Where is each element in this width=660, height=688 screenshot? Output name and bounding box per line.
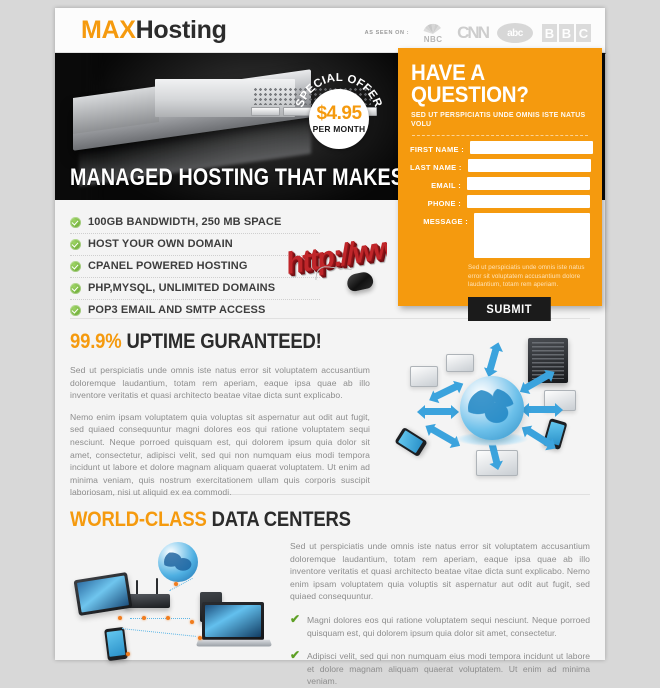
uptime-title: 99.9% UPTIME GURANTEED! — [70, 330, 334, 354]
datacenter-devices-illustration — [70, 540, 274, 668]
feature-label: 100GB BANDWIDTH, 250 MB SPACE — [88, 216, 282, 228]
datacenters-text-column: Sed ut perspiciatis unde omnis iste natu… — [290, 540, 590, 688]
first-name-label: FIRST NAME : — [410, 145, 465, 154]
connection-line — [130, 618, 190, 619]
phone-label: PHONE : — [427, 199, 461, 208]
uptime-paragraph-2: Nemo enim ipsam voluptatem quia voluptas… — [70, 411, 370, 498]
list-item: ✔ Magni dolores eos qui ratione voluptat… — [290, 611, 590, 639]
uptime-title-rest: UPTIME GURANTEED! — [126, 330, 322, 353]
as-seen-on-strip: AS SEEN ON : NBC CNN abc B B C — [365, 20, 591, 46]
logo-primary: MAX — [81, 16, 136, 44]
drive-bay — [251, 107, 281, 116]
form-row-email: EMAIL : — [398, 172, 602, 190]
uptime-section: 99.9% UPTIME GURANTEED! Sed ut perspicia… — [70, 330, 370, 508]
connection-node — [174, 582, 178, 586]
laptop-screen — [202, 602, 264, 640]
last-name-label: LAST NAME : — [410, 163, 462, 172]
message-label: MESSAGE : — [423, 217, 468, 226]
connection-node — [126, 652, 130, 656]
message-textarea[interactable] — [474, 213, 590, 258]
form-row-first-name: FIRST NAME : — [398, 136, 602, 154]
bbc-letter: B — [542, 24, 557, 42]
email-input[interactable] — [467, 177, 590, 190]
nbc-wordmark: NBC — [423, 35, 443, 44]
feature-label: POP3 EMAIL AND SMTP ACCESS — [88, 304, 266, 316]
email-label: EMAIL : — [431, 181, 461, 190]
datacenters-title: WORLD-CLASS DATA CENTERS — [70, 508, 528, 532]
special-offer-badge: SPECIAL OFFER $4.95 PER MONTH — [292, 72, 386, 166]
smartphone-icon — [104, 626, 128, 662]
datacenters-paragraph: Sed ut perspiciatis unde omnis iste natu… — [290, 541, 590, 602]
connection-line — [122, 628, 196, 637]
offer-price: $4.95 — [316, 102, 362, 124]
uptime-paragraph-1: Sed ut perspiciatis unde omnis iste natu… — [70, 365, 370, 401]
server-illustration — [63, 69, 377, 187]
connection-node — [166, 616, 170, 620]
datacenters-title-highlight: WORLD-CLASS — [70, 508, 207, 531]
site-logo[interactable]: MAXHosting — [81, 17, 227, 43]
form-disclaimer: Sed ut perspiciatis unde omnis iste natu… — [468, 264, 585, 288]
checkmark-icon: ✔ — [290, 611, 301, 626]
datacenters-section: WORLD-CLASS DATA CENTERS Sed ut perspici… — [70, 508, 590, 688]
datacenter-bullet: Adipisci velit, sed qui non numquam eius… — [307, 651, 590, 687]
bbc-letter: C — [576, 24, 591, 42]
checkmark-icon: ✔ — [290, 648, 301, 663]
form-subtitle: SED UT PERSPICIATIS UNDE OMNIS ISTE NATU… — [411, 110, 586, 128]
router-antenna-icon — [156, 578, 158, 595]
abc-logo-icon: abc — [497, 23, 533, 43]
bbc-logo-icon: B B C — [542, 24, 591, 42]
feature-label: PHP,MYSQL, UNLIMITED DOMAINS — [88, 282, 276, 294]
server-front-face — [155, 79, 377, 117]
laptop-keyboard — [195, 639, 273, 647]
connection-node — [142, 616, 146, 620]
form-row-last-name: LAST NAME : — [398, 154, 602, 172]
http-url-graphic: http://www — [283, 228, 387, 306]
network-arrow — [417, 404, 459, 419]
last-name-input[interactable] — [467, 159, 591, 172]
datacenters-title-rest: DATA CENTERS — [211, 508, 351, 531]
submit-button[interactable]: SUBMIT — [468, 296, 551, 321]
tablet-icon — [73, 571, 133, 617]
phone-input[interactable] — [467, 195, 590, 208]
check-circle-icon — [70, 304, 81, 316]
form-row-message: MESSAGE : — [398, 208, 602, 258]
landing-page: MAXHosting AS SEEN ON : NBC CNN abc B B … — [0, 0, 660, 686]
nbc-logo-icon: NBC — [418, 20, 448, 46]
network-arrow — [521, 402, 563, 417]
bbc-letter: B — [559, 24, 574, 42]
offer-disc: $4.95 PER MONTH — [309, 89, 369, 149]
list-item: ✔ Adipisci velit, sed qui non numquam ei… — [290, 648, 590, 688]
globe-icon — [460, 376, 524, 440]
datacenter-bullet: Magni dolores eos qui ratione voluptatem… — [307, 614, 590, 638]
check-circle-icon — [70, 238, 81, 250]
network-arrow — [486, 347, 500, 372]
cnn-logo-icon: CNN — [457, 23, 490, 42]
first-name-input[interactable] — [470, 141, 594, 154]
global-network-illustration — [378, 328, 593, 488]
logo-secondary: Hosting — [135, 16, 227, 44]
as-seen-on-label: AS SEEN ON : — [364, 30, 410, 36]
nbc-peacock-icon — [423, 23, 442, 34]
connection-node — [118, 616, 122, 620]
check-circle-icon — [70, 216, 81, 228]
network-arrow — [429, 425, 457, 446]
connection-node — [190, 620, 194, 624]
datacenters-body: Sed ut perspiciatis unde omnis iste natu… — [70, 540, 590, 688]
form-title: HAVE A QUESTION? — [411, 60, 529, 107]
device-box-icon — [410, 366, 438, 387]
device-box-icon — [446, 354, 474, 372]
site-header: MAXHosting AS SEEN ON : NBC CNN abc B B … — [55, 8, 605, 53]
connection-node — [198, 636, 202, 640]
uptime-title-highlight: 99.9% — [70, 330, 122, 353]
contact-form-panel: HAVE A QUESTION? SED UT PERSPICIATIS UND… — [398, 48, 602, 321]
feature-label: CPANEL POWERED HOSTING — [88, 260, 248, 272]
feature-label: HOST YOUR OWN DOMAIN — [88, 238, 233, 250]
check-circle-icon — [70, 260, 81, 272]
offer-period: PER MONTH — [312, 123, 366, 134]
check-circle-icon — [70, 282, 81, 294]
globe-icon — [158, 542, 198, 582]
form-row-phone: PHONE : — [398, 190, 602, 208]
